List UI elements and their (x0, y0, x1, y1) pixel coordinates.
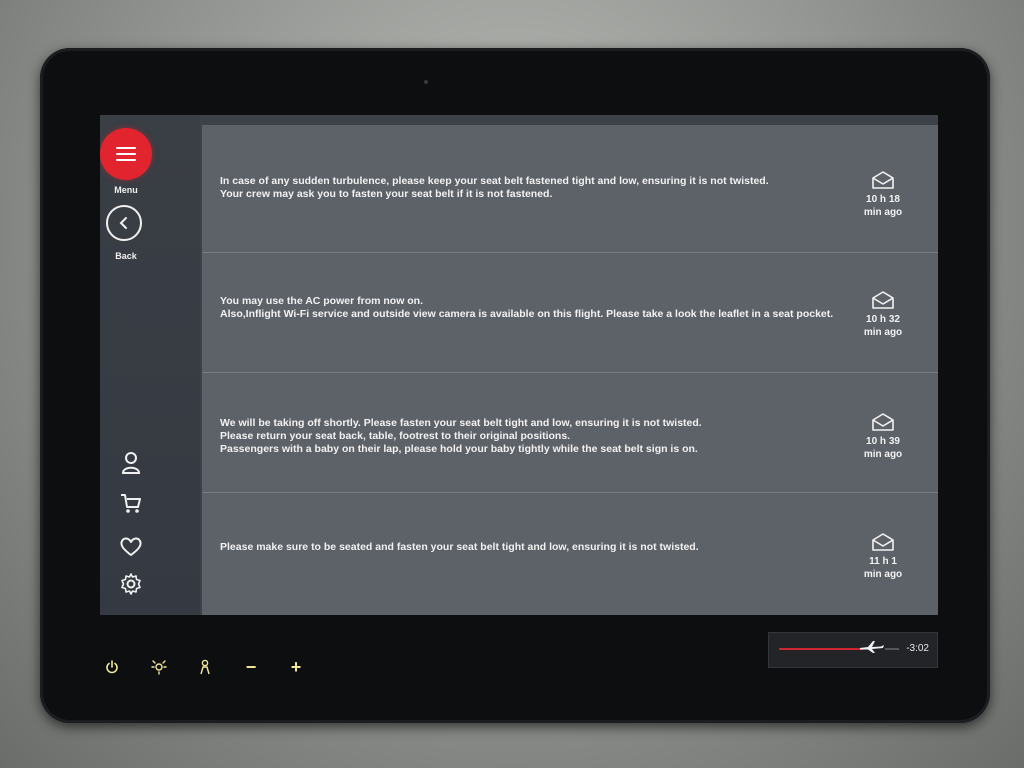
volume-down-button[interactable]: − (239, 655, 263, 679)
reading-light-button[interactable] (147, 655, 171, 679)
airplane-icon (860, 641, 884, 653)
message-item[interactable]: We will be taking off shortly. Please fa… (202, 373, 938, 493)
back-label: Back (115, 251, 137, 261)
envelope-open-icon (872, 291, 894, 309)
envelope-open-icon (872, 171, 894, 189)
message-timestamp: 10 h 39 min ago (858, 413, 908, 461)
time-remaining: -3:02 (906, 643, 929, 654)
message-timestamp: 10 h 18 min ago (858, 171, 908, 219)
power-icon (106, 660, 118, 674)
flight-progress-bar (779, 648, 863, 650)
message-item[interactable]: You may use the AC power from now on. Al… (202, 253, 938, 373)
message-text: You may use the AC power from now on. Al… (220, 295, 834, 320)
reading-light-icon (151, 660, 167, 675)
message-timestamp: 10 h 32 min ago (858, 291, 908, 339)
message-text: In case of any sudden turbulence, please… (220, 175, 769, 200)
flight-progress-widget: -3:02 (768, 632, 938, 668)
volume-up-button[interactable]: + (284, 655, 308, 679)
chevron-left-icon (119, 217, 127, 229)
message-text: We will be taking off shortly. Please fa… (220, 417, 702, 455)
message-timestamp: 11 h 1 min ago (858, 533, 908, 581)
message-text: Please make sure to be seated and fasten… (220, 541, 699, 553)
envelope-open-icon (872, 413, 894, 431)
shop-button[interactable] (118, 490, 144, 516)
heart-icon (120, 537, 142, 556)
sidebar: Menu Back (100, 115, 200, 615)
hamburger-icon (116, 147, 136, 161)
call-attendant-button[interactable] (193, 655, 217, 679)
settings-icon (121, 573, 141, 595)
flight-remaining-bar (885, 648, 899, 650)
ife-screen: Menu Back In case of any sudden turbulen… (100, 115, 938, 615)
menu-button[interactable] (100, 128, 152, 180)
profile-button[interactable] (118, 450, 144, 476)
call-attendant-icon (200, 659, 210, 675)
message-list: In case of any sudden turbulence, please… (202, 125, 938, 615)
cart-icon (121, 494, 141, 513)
envelope-open-icon (872, 533, 894, 551)
hardware-controls: − + (100, 655, 340, 679)
power-button[interactable] (100, 655, 124, 679)
message-item[interactable]: In case of any sudden turbulence, please… (202, 125, 938, 253)
favorites-button[interactable] (118, 533, 144, 559)
menu-label: Menu (114, 185, 138, 195)
message-item[interactable]: Please make sure to be seated and fasten… (202, 493, 938, 615)
camera-dot (424, 80, 428, 84)
back-button[interactable] (106, 205, 142, 241)
profile-icon (121, 452, 141, 474)
settings-button[interactable] (118, 571, 144, 597)
